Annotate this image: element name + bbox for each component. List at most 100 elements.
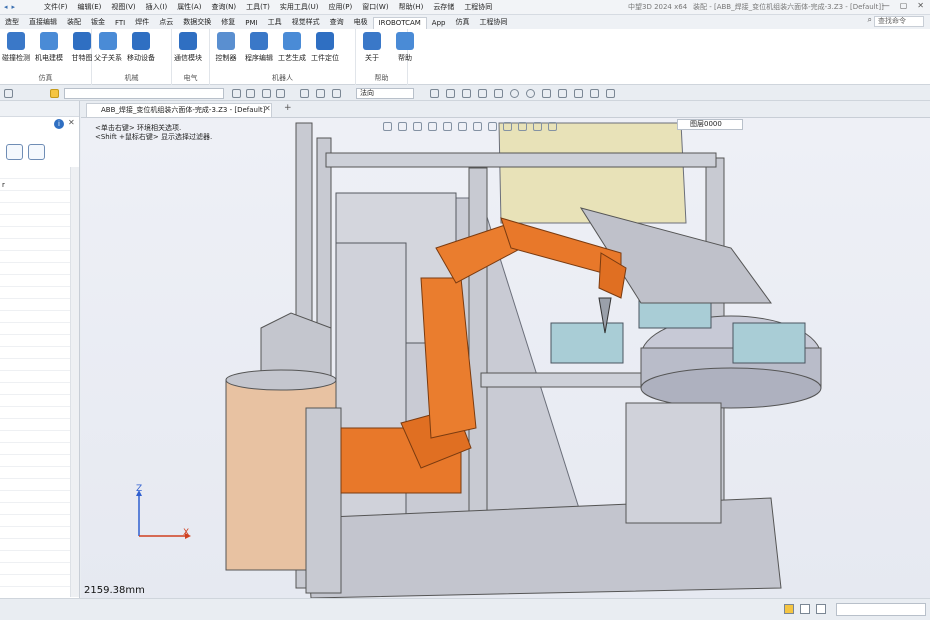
document-tab[interactable]: ABB_焊接_变位机组装六面体-完成-3.Z3 - [Default] [86, 103, 272, 117]
menu-item[interactable]: 文件(F) [44, 2, 68, 12]
list-item[interactable] [0, 359, 70, 371]
list-item[interactable] [0, 431, 70, 443]
list-item[interactable] [0, 263, 70, 275]
selection-combo[interactable] [64, 88, 224, 99]
list-item[interactable] [0, 395, 70, 407]
minimize-icon[interactable]: — [882, 1, 890, 10]
list-item[interactable] [0, 455, 70, 467]
status-icon[interactable] [800, 604, 810, 614]
view-icon[interactable] [398, 121, 407, 131]
toolbar-icon[interactable] [590, 89, 599, 98]
list-item[interactable] [0, 407, 70, 419]
view-icon[interactable] [473, 121, 482, 131]
ribbon-tab[interactable]: 数据交换 [178, 16, 216, 29]
list-item[interactable] [0, 491, 70, 503]
list-item[interactable] [0, 539, 70, 551]
filter-combo[interactable]: 法向 [356, 88, 414, 99]
list-item[interactable] [0, 347, 70, 359]
toolbar-icon[interactable] [478, 89, 487, 98]
view-icon[interactable] [413, 121, 422, 131]
list-item[interactable] [0, 335, 70, 347]
toolbar-icon[interactable] [446, 89, 455, 98]
list-item[interactable] [0, 227, 70, 239]
list-item[interactable] [0, 575, 70, 587]
list-item[interactable] [0, 239, 70, 251]
maximize-icon[interactable]: ▢ [900, 1, 908, 10]
toolbar-icon[interactable] [300, 89, 309, 98]
ribbon-tab[interactable]: 工具 [263, 16, 287, 29]
close-icon[interactable]: ✕ [917, 1, 924, 10]
menu-item[interactable]: 属性(A) [177, 2, 201, 12]
list-item[interactable] [0, 311, 70, 323]
ribbon-button[interactable]: 帮助 [386, 32, 424, 63]
ribbon-tab[interactable]: 修复 [216, 16, 240, 29]
toolbar-icon[interactable] [232, 89, 241, 98]
list-item[interactable] [0, 503, 70, 515]
layer-selector[interactable]: 图层0000 [677, 119, 743, 130]
menu-item[interactable]: 工具(T) [246, 2, 270, 12]
ribbon-tab[interactable]: IROBOTCAM [372, 17, 427, 29]
toolbar-icon[interactable] [430, 89, 439, 98]
list-item[interactable] [0, 203, 70, 215]
menu-item[interactable]: 工程协同 [464, 2, 492, 12]
ribbon-tab[interactable]: 电极 [349, 16, 373, 29]
list-item[interactable] [0, 515, 70, 527]
ribbon-tab[interactable]: 点云 [154, 16, 178, 29]
ribbon-tab[interactable]: 仿真 [450, 16, 474, 29]
list-item[interactable] [0, 191, 70, 203]
menu-item[interactable]: 编辑(E) [78, 2, 102, 12]
menu-item[interactable]: 窗口(W) [362, 2, 388, 12]
ribbon-tab[interactable]: 直接编辑 [24, 16, 62, 29]
toolbar-icon[interactable] [276, 89, 285, 98]
ribbon-tab[interactable]: 钣金 [86, 16, 110, 29]
view-icon[interactable] [548, 121, 557, 131]
toolbar-icon[interactable] [558, 89, 567, 98]
status-icon[interactable] [816, 604, 826, 614]
redo-icon[interactable]: ▸ [12, 3, 16, 11]
list-item[interactable] [0, 275, 70, 287]
ribbon-button[interactable]: 工件定位 [306, 32, 344, 63]
toolbar-icon[interactable] [542, 89, 551, 98]
list-item[interactable] [0, 299, 70, 311]
menu-item[interactable]: 视图(V) [111, 2, 135, 12]
toolbar-icon[interactable] [526, 89, 535, 98]
filter-icon[interactable] [4, 89, 13, 98]
view-icon[interactable] [443, 121, 452, 131]
list-item[interactable] [0, 383, 70, 395]
ribbon-tab[interactable]: 视觉样式 [287, 16, 325, 29]
toolbar-icon[interactable] [462, 89, 471, 98]
toolbar-icon[interactable] [510, 89, 519, 98]
toolbar-icon[interactable] [574, 89, 583, 98]
info-icon[interactable]: i [54, 119, 64, 129]
list-item[interactable] [0, 563, 70, 575]
command-search-input[interactable]: 查找命令 [874, 16, 924, 27]
view-icon[interactable] [488, 121, 497, 131]
list-item[interactable] [0, 551, 70, 563]
toolbar-icon[interactable] [332, 89, 341, 98]
status-icon[interactable] [784, 604, 794, 614]
list-item[interactable] [0, 323, 70, 335]
ribbon-button[interactable]: 移动设备 [122, 32, 160, 63]
ribbon-tab[interactable]: 工程协同 [474, 16, 512, 29]
list-item[interactable] [0, 167, 70, 179]
ribbon-tab[interactable]: App [427, 18, 451, 29]
ribbon-tab[interactable]: 造型 [0, 16, 24, 29]
menu-item[interactable]: 帮助(H) [399, 2, 424, 12]
menu-item[interactable]: 插入(I) [146, 2, 168, 12]
list-item[interactable] [0, 419, 70, 431]
add-tab-icon[interactable]: + [284, 103, 292, 113]
menu-item[interactable]: 应用(P) [329, 2, 353, 12]
ribbon-tab[interactable]: PMI [240, 18, 262, 29]
toolbar-icon[interactable] [262, 89, 271, 98]
status-input[interactable] [836, 603, 926, 616]
close-icon[interactable]: ✕ [264, 104, 271, 113]
view-icon[interactable] [533, 121, 542, 131]
close-icon[interactable]: ✕ [68, 118, 75, 127]
list-item[interactable] [0, 527, 70, 539]
list-item[interactable] [0, 215, 70, 227]
toolbar-icon[interactable] [494, 89, 503, 98]
toolbar-icon[interactable] [316, 89, 325, 98]
panel-action-button[interactable] [28, 144, 45, 160]
list-item[interactable] [0, 443, 70, 455]
list-item[interactable] [0, 287, 70, 299]
